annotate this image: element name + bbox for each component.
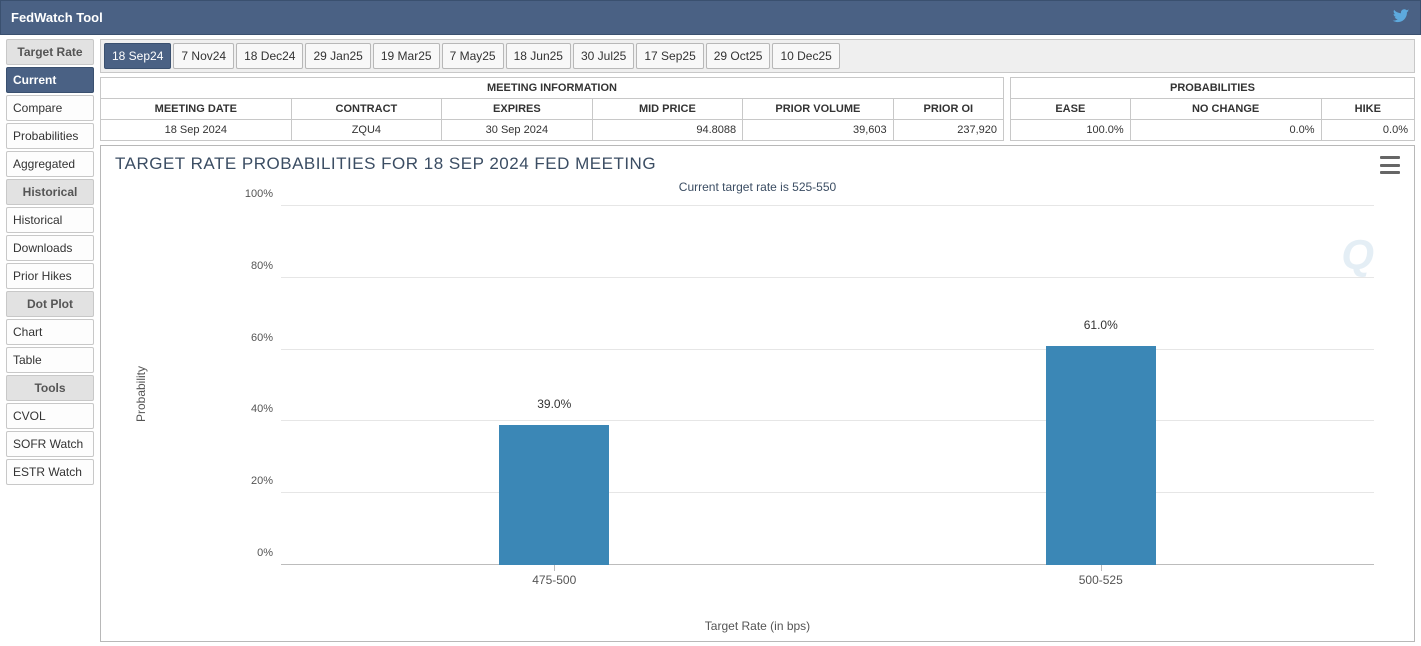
sidebar: Target RateCurrentCompareProbabilitiesAg…: [0, 35, 100, 646]
sidebar-item-compare[interactable]: Compare: [6, 95, 94, 121]
tab-7-nov24[interactable]: 7 Nov24: [173, 43, 234, 69]
chart-menu-icon[interactable]: [1380, 156, 1400, 174]
table-cell: 0.0%: [1321, 120, 1414, 141]
titlebar: FedWatch Tool: [0, 0, 1421, 35]
tab-10-dec25[interactable]: 10 Dec25: [772, 43, 839, 69]
probabilities-title: PROBABILITIES: [1011, 78, 1415, 99]
tab-30-jul25[interactable]: 30 Jul25: [573, 43, 634, 69]
y-tick-label: 40%: [251, 403, 273, 415]
sidebar-item-current[interactable]: Current: [6, 67, 94, 93]
table-cell: 30 Sep 2024: [442, 120, 593, 141]
gridline: [281, 420, 1374, 421]
bar-value-label: 39.0%: [537, 397, 571, 411]
sidebar-item-cvol[interactable]: CVOL: [6, 403, 94, 429]
tab-18-sep24[interactable]: 18 Sep24: [104, 43, 171, 69]
bar: [1046, 346, 1156, 565]
y-tick-label: 0%: [257, 547, 273, 559]
sidebar-header: Target Rate: [6, 39, 94, 65]
chart-panel: TARGET RATE PROBABILITIES FOR 18 SEP 202…: [100, 145, 1415, 642]
probabilities-table: PROBABILITIES EASENO CHANGEHIKE 100.0%0.…: [1010, 77, 1415, 141]
table-header: MEETING DATE: [101, 99, 292, 120]
table-header: MID PRICE: [592, 99, 743, 120]
table-cell: 0.0%: [1130, 120, 1321, 141]
tab-29-oct25[interactable]: 29 Oct25: [706, 43, 771, 69]
tab-7-may25[interactable]: 7 May25: [442, 43, 504, 69]
gridline: [281, 349, 1374, 350]
x-axis-label: Target Rate (in bps): [101, 619, 1414, 633]
tab-29-jan25[interactable]: 29 Jan25: [305, 43, 370, 69]
table-header: PRIOR VOLUME: [743, 99, 894, 120]
y-axis-label: Probability: [134, 365, 148, 421]
sidebar-item-probabilities[interactable]: Probabilities: [6, 123, 94, 149]
twitter-icon[interactable]: [1392, 7, 1410, 28]
meeting-info-table: MEETING INFORMATION MEETING DATECONTRACT…: [100, 77, 1004, 141]
y-tick-label: 60%: [251, 332, 273, 344]
table-header: PRIOR OI: [893, 99, 1003, 120]
table-cell: 94.8088: [592, 120, 743, 141]
bar-value-label: 61.0%: [1084, 318, 1118, 332]
sidebar-item-prior-hikes[interactable]: Prior Hikes: [6, 263, 94, 289]
table-header: HIKE: [1321, 99, 1414, 120]
table-header: NO CHANGE: [1130, 99, 1321, 120]
y-tick-label: 20%: [251, 475, 273, 487]
x-category-label: 475-500: [532, 573, 576, 587]
x-category-label: 500-525: [1079, 573, 1123, 587]
gridline: [281, 205, 1374, 206]
x-tick: [1101, 565, 1102, 571]
table-header: EXPIRES: [442, 99, 593, 120]
meeting-info-title: MEETING INFORMATION: [101, 78, 1004, 99]
meeting-tabs: 18 Sep247 Nov2418 Dec2429 Jan2519 Mar257…: [100, 39, 1415, 73]
y-tick-label: 100%: [245, 188, 273, 200]
bar: [499, 425, 609, 565]
x-axis-line: [281, 564, 1374, 565]
x-tick: [554, 565, 555, 571]
gridline: [281, 492, 1374, 493]
sidebar-item-aggregated[interactable]: Aggregated: [6, 151, 94, 177]
sidebar-item-chart[interactable]: Chart: [6, 319, 94, 345]
table-cell: 237,920: [893, 120, 1003, 141]
chart-title: TARGET RATE PROBABILITIES FOR 18 SEP 202…: [115, 154, 1400, 174]
chart-plot: 0%20%40%60%80%100%39.0%475-50061.0%500-5…: [281, 206, 1374, 565]
table-cell: ZQU4: [291, 120, 442, 141]
sidebar-header: Tools: [6, 375, 94, 401]
sidebar-item-table[interactable]: Table: [6, 347, 94, 373]
sidebar-header: Dot Plot: [6, 291, 94, 317]
table-header: CONTRACT: [291, 99, 442, 120]
sidebar-header: Historical: [6, 179, 94, 205]
table-cell: 18 Sep 2024: [101, 120, 292, 141]
tab-18-dec24[interactable]: 18 Dec24: [236, 43, 303, 69]
table-cell: 100.0%: [1011, 120, 1131, 141]
sidebar-item-historical[interactable]: Historical: [6, 207, 94, 233]
tab-18-jun25[interactable]: 18 Jun25: [506, 43, 571, 69]
tab-17-sep25[interactable]: 17 Sep25: [636, 43, 703, 69]
sidebar-item-estr-watch[interactable]: ESTR Watch: [6, 459, 94, 485]
table-cell: 39,603: [743, 120, 894, 141]
main-content: 18 Sep247 Nov2418 Dec2429 Jan2519 Mar257…: [100, 35, 1421, 646]
sidebar-item-sofr-watch[interactable]: SOFR Watch: [6, 431, 94, 457]
table-header: EASE: [1011, 99, 1131, 120]
gridline: [281, 277, 1374, 278]
chart-subtitle: Current target rate is 525-550: [115, 180, 1400, 194]
app-title: FedWatch Tool: [11, 10, 103, 25]
y-tick-label: 80%: [251, 260, 273, 272]
tab-19-mar25[interactable]: 19 Mar25: [373, 43, 440, 69]
sidebar-item-downloads[interactable]: Downloads: [6, 235, 94, 261]
